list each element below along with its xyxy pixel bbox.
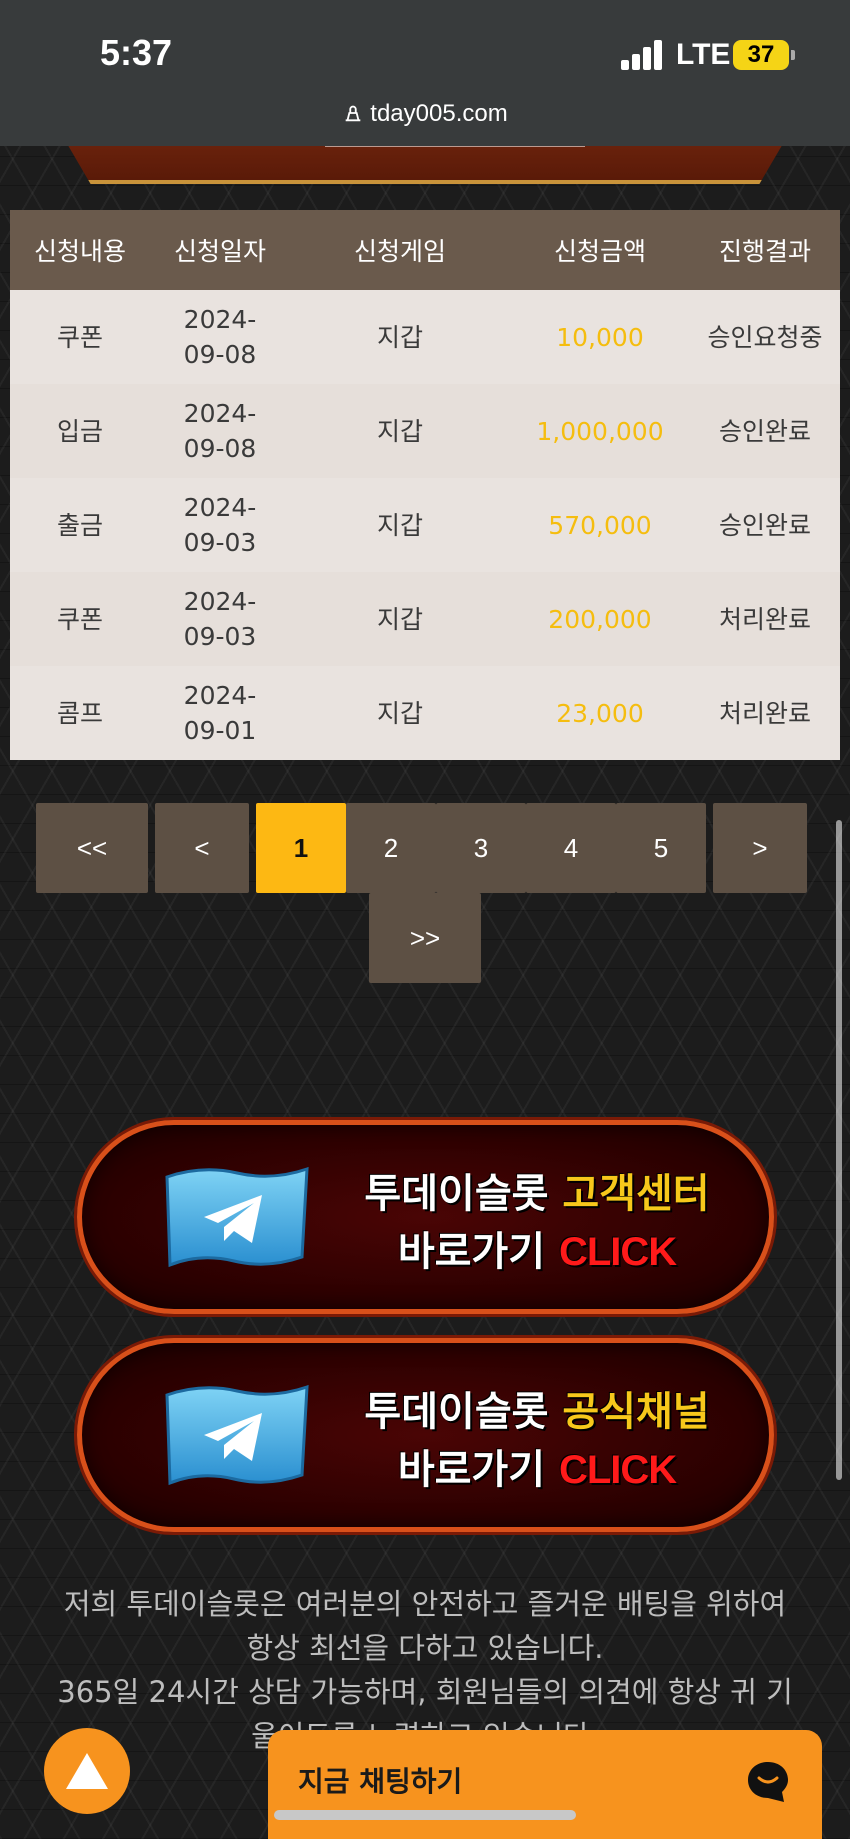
cell-date: 2024-09-03 (183, 493, 257, 557)
footer-line-1: 저희 투데이슬롯은 여러분의 안전하고 즐거운 배팅을 위하여 항상 최선을 다… (63, 1587, 787, 1665)
battery-icon: 37 (733, 40, 795, 70)
header-type: 신청내용 (33, 237, 126, 266)
cell-result: 처리완료 (718, 698, 811, 728)
chat-widget-button[interactable]: 지금 채팅하기 (268, 1730, 822, 1839)
scrollbar[interactable] (836, 820, 842, 1480)
header-date: 신청일자 (173, 237, 266, 266)
table-row: 콤프 2024-09-01 지갑 23,000 처리완료 (10, 666, 840, 760)
page-first-button[interactable]: << (36, 803, 148, 893)
table-row: 입금 2024-09-08 지갑 1,000,000 승인완료 (10, 384, 840, 478)
cell-type: 출금 (56, 510, 103, 540)
table-row: 쿠폰 2024-09-03 지갑 200,000 처리완료 (10, 572, 840, 666)
page-5-button[interactable]: 5 (616, 803, 706, 893)
telegram-icon (165, 1166, 309, 1268)
cell-amount: 23,000 (556, 698, 644, 728)
home-indicator (274, 1810, 576, 1820)
cell-game: 지갑 (376, 698, 423, 728)
header-game: 신청게임 (353, 237, 446, 266)
chat-bubble-icon (748, 1762, 788, 1802)
site-settings-icon (345, 105, 361, 122)
cta-text: 투데이슬롯 공식채널 바로가기 CLICK (364, 1389, 710, 1493)
cell-amount: 1,000,000 (536, 416, 664, 446)
cell-amount: 10,000 (556, 322, 644, 352)
status-time: 5:37 (100, 32, 173, 73)
page-last-button[interactable]: >> (369, 893, 481, 983)
table-header: 신청내용 신청일자 신청게임 신청금액 진행결과 (10, 210, 840, 290)
cell-game: 지갑 (376, 510, 423, 540)
page-banner (25, 146, 825, 186)
cell-result: 승인요청중 (707, 322, 823, 352)
cell-type: 입금 (56, 416, 103, 446)
cell-date: 2024-09-01 (183, 681, 257, 745)
cell-game: 지갑 (376, 416, 423, 446)
cell-amount: 200,000 (548, 604, 652, 634)
address-bar[interactable]: tday005.com (0, 100, 850, 128)
cell-type: 쿠폰 (56, 604, 103, 634)
page-3-button[interactable]: 3 (436, 803, 526, 893)
cell-result: 승인완료 (718, 510, 811, 540)
page-2-button[interactable]: 2 (346, 803, 436, 893)
table-row: 쿠폰 2024-09-08 지갑 10,000 승인요청중 (10, 290, 840, 384)
telegram-icon (165, 1384, 309, 1486)
cell-type: 쿠폰 (56, 322, 103, 352)
cell-result: 승인완료 (718, 416, 811, 446)
cell-type: 콤프 (56, 698, 103, 728)
network-label: LTE (676, 38, 731, 71)
table-row: 출금 2024-09-03 지갑 570,000 승인완료 (10, 478, 840, 572)
page-4-button[interactable]: 4 (526, 803, 616, 893)
official-channel-button[interactable]: 투데이슬롯 공식채널 바로가기 CLICK (77, 1338, 774, 1532)
url-text: tday005.com (370, 100, 508, 127)
page-1-button[interactable]: 1 (256, 803, 346, 893)
cell-game: 지갑 (376, 604, 423, 634)
arrow-up-icon (66, 1753, 108, 1789)
status-bar: 5:37 LTE 37 tday005.com (0, 0, 850, 146)
cell-date: 2024-09-03 (183, 587, 257, 651)
cell-date: 2024-09-08 (183, 305, 257, 369)
cell-date: 2024-09-08 (183, 399, 257, 463)
request-history-table: 신청내용 신청일자 신청게임 신청금액 진행결과 쿠폰 2024-09-08 지… (10, 210, 840, 760)
page-prev-button[interactable]: < (155, 803, 249, 893)
signal-icon (621, 40, 665, 70)
cell-result: 처리완료 (718, 604, 811, 634)
scroll-top-button[interactable] (44, 1728, 130, 1814)
cell-amount: 570,000 (548, 510, 652, 540)
page-next-button[interactable]: > (713, 803, 807, 893)
cta-text: 투데이슬롯 고객센터 바로가기 CLICK (364, 1171, 710, 1275)
customer-center-button[interactable]: 투데이슬롯 고객센터 바로가기 CLICK (77, 1120, 774, 1314)
header-amount: 신청금액 (553, 237, 646, 266)
chat-label: 지금 채팅하기 (298, 1765, 463, 1798)
header-result: 진행결과 (718, 237, 811, 266)
cell-game: 지갑 (376, 322, 423, 352)
